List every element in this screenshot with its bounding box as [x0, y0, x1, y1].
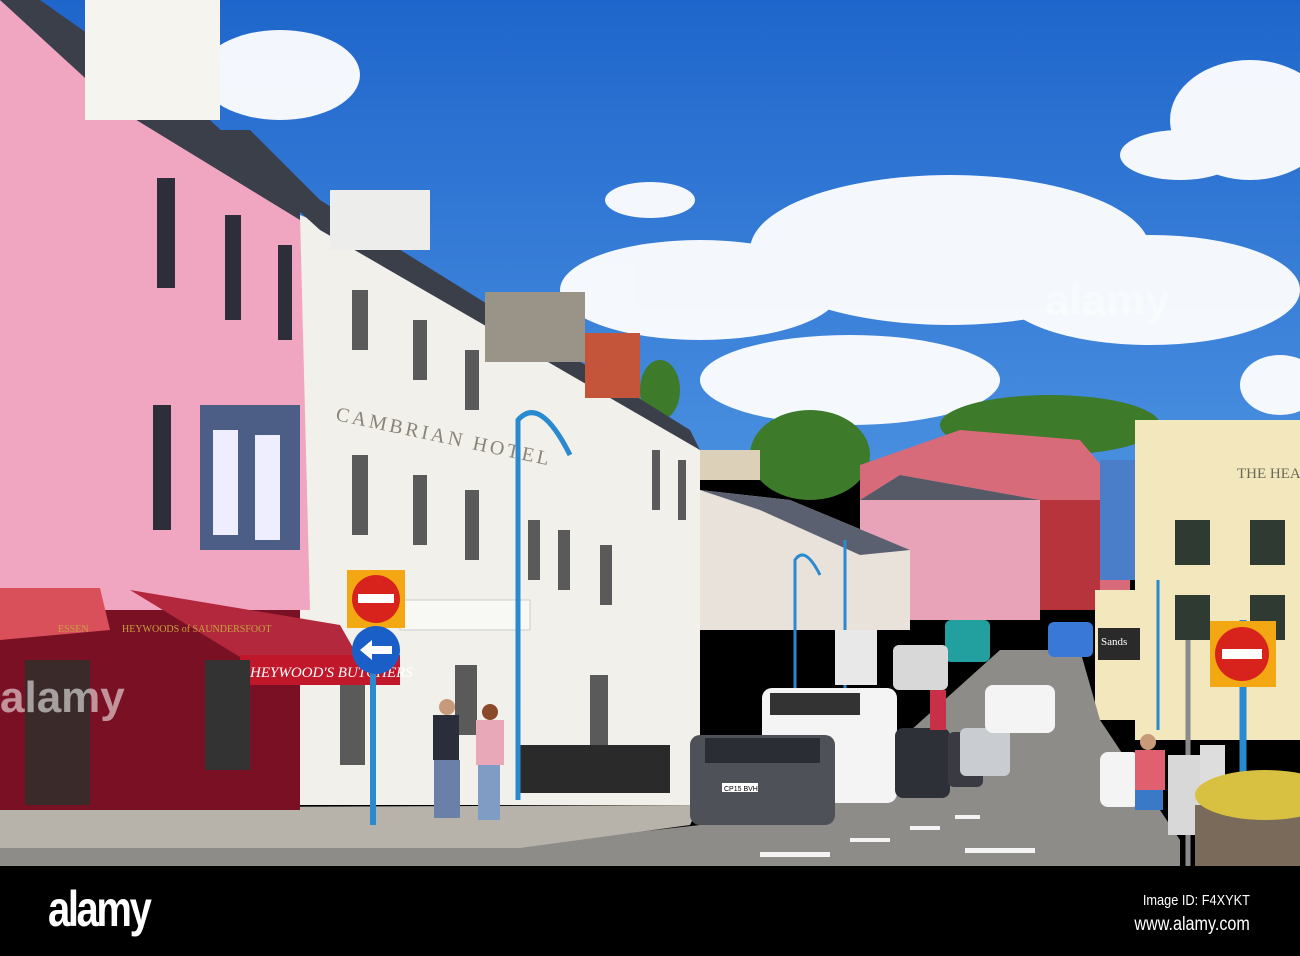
image-id: Image ID: F4XYKT: [1143, 892, 1250, 909]
shop-sign-main: HEYWOODS of SAUNDERSFOOT: [122, 624, 271, 635]
alamy-logo[interactable]: alamy: [48, 880, 152, 938]
watermark-left: alamy: [0, 673, 125, 722]
corner-building-sign: THE HEA: [1237, 466, 1300, 482]
website-link[interactable]: www.alamy.com: [1135, 914, 1250, 936]
number-plate: CP15 BVH: [724, 786, 758, 793]
cafe-sign: Sands: [1101, 636, 1127, 648]
street-scene-photo: THE HEA Sands CAMBRIAN HOTEL HEYWOOD'S B…: [0, 0, 1300, 866]
stock-footer: alamy Image ID: F4XYKT www.alamy.com: [0, 866, 1300, 956]
shop-sign-left: ESSEN: [58, 624, 89, 635]
watermark-center: alamy: [1045, 276, 1170, 325]
